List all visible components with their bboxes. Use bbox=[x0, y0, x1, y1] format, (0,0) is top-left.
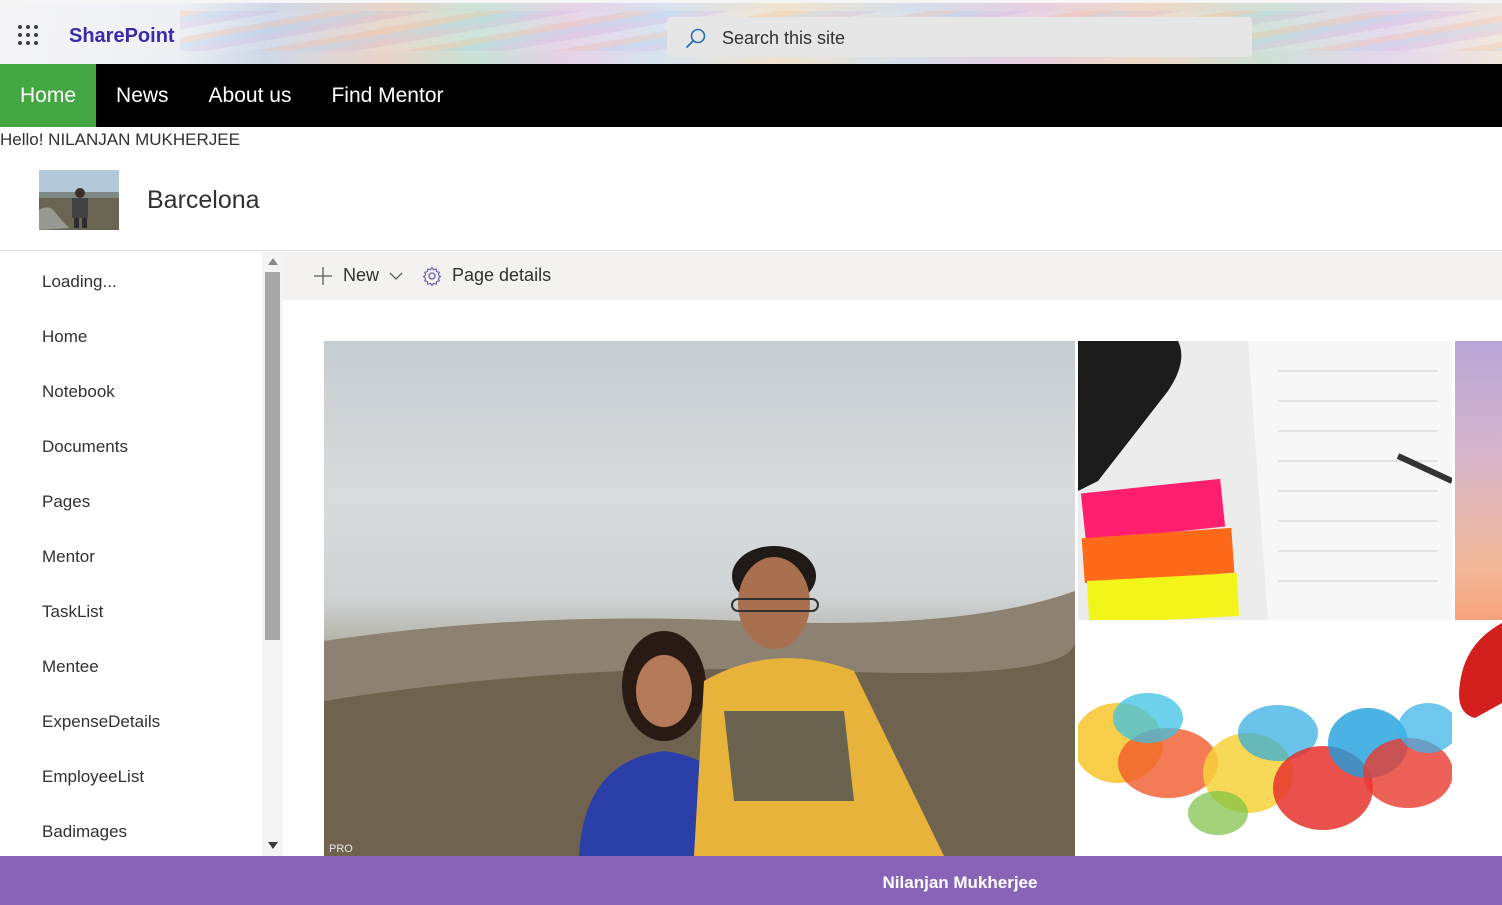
hero-watermark: PRO bbox=[329, 843, 353, 855]
leftnav-item-loading: Loading... bbox=[42, 272, 117, 291]
footer-bar: Nilanjan Mukherjee bbox=[0, 856, 1502, 905]
leftnav-item-notebook[interactable]: Notebook bbox=[42, 382, 115, 402]
nav-item-find-mentor[interactable]: Find Mentor bbox=[311, 64, 463, 127]
search-input[interactable]: Search this site bbox=[722, 28, 845, 49]
suite-bar: SharePoint Search this site bbox=[0, 0, 1502, 64]
leftnav-item-tasklist[interactable]: TaskList bbox=[42, 602, 103, 622]
waffle-icon bbox=[18, 25, 38, 45]
leftnav-item-employeelist[interactable]: EmployeeList bbox=[42, 767, 144, 787]
nav-item-about-us[interactable]: About us bbox=[189, 64, 312, 127]
site-logo[interactable] bbox=[39, 170, 119, 230]
hero-tile-ink[interactable] bbox=[1078, 623, 1452, 856]
leftnav-item-mentee[interactable]: Mentee bbox=[42, 657, 99, 677]
leftnav-item-home[interactable]: Home bbox=[42, 327, 87, 347]
left-navigation: Loading... Home Notebook Documents Pages… bbox=[0, 252, 283, 856]
search-icon bbox=[686, 28, 706, 48]
scrollbar-thumb[interactable] bbox=[265, 272, 280, 640]
nav-item-home[interactable]: Home bbox=[0, 64, 97, 127]
hero-tile-sky[interactable] bbox=[1455, 341, 1502, 620]
leftnav-item-documents[interactable]: Documents bbox=[42, 437, 128, 457]
hero-tile-ribbon[interactable] bbox=[1455, 623, 1502, 856]
header-divider bbox=[0, 250, 1502, 251]
hero-tile-main[interactable]: PRO bbox=[324, 341, 1075, 856]
new-button-label: New bbox=[343, 265, 380, 285]
leftnav-item-pages[interactable]: Pages bbox=[42, 492, 90, 512]
page-details-button[interactable]: Page details bbox=[422, 265, 551, 286]
hero-main-image: PRO bbox=[324, 546, 1075, 856]
app-name-link[interactable]: SharePoint bbox=[69, 25, 175, 48]
chevron-down-icon bbox=[389, 272, 403, 280]
hero-notebook-image bbox=[1078, 341, 1452, 620]
greeting-text: Hello! NILANJAN MUKHERJEE bbox=[0, 130, 240, 149]
leftnav-item-expensedetails[interactable]: ExpenseDetails bbox=[42, 712, 160, 732]
hero-ribbon-image bbox=[1459, 623, 1502, 718]
scroll-down-arrow-icon[interactable] bbox=[268, 842, 278, 849]
leftnav-item-mentor[interactable]: Mentor bbox=[42, 547, 95, 567]
plus-icon bbox=[314, 266, 332, 285]
leftnav-item-badimages[interactable]: Badimages bbox=[42, 822, 127, 842]
new-button[interactable]: New bbox=[313, 265, 404, 286]
hero-tile-notebook[interactable] bbox=[1078, 341, 1452, 620]
scroll-up-arrow-icon[interactable] bbox=[268, 258, 278, 265]
app-launcher-button[interactable] bbox=[0, 3, 56, 67]
site-logo-image bbox=[39, 170, 119, 230]
leftnav-scrollbar[interactable] bbox=[262, 252, 283, 856]
site-title[interactable]: Barcelona bbox=[147, 186, 260, 215]
nav-item-news[interactable]: News bbox=[96, 64, 189, 127]
command-bar: New Page details bbox=[283, 252, 1502, 300]
page-details-label: Page details bbox=[452, 265, 552, 285]
search-box[interactable]: Search this site bbox=[667, 17, 1252, 57]
hero-ink-image bbox=[1078, 623, 1452, 856]
top-navigation: Home News About us Find Mentor bbox=[0, 64, 1502, 127]
footer-name: Nilanjan Mukherjee bbox=[882, 873, 1038, 892]
gear-icon bbox=[422, 265, 442, 286]
